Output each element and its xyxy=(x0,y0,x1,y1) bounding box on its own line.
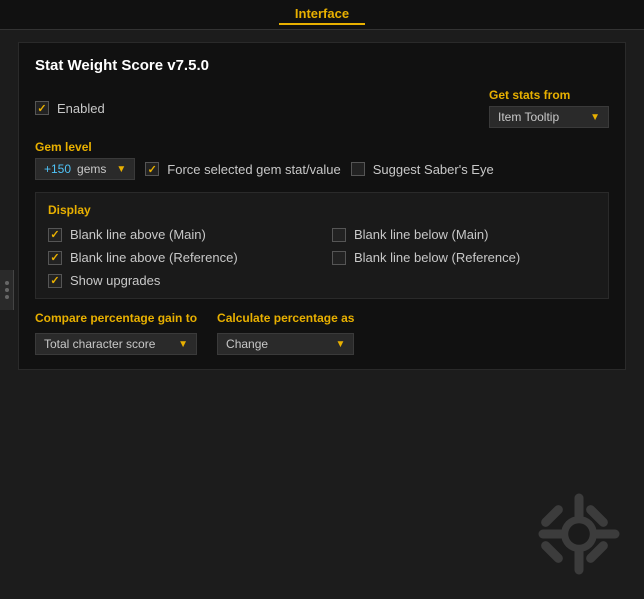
gem-level-section: Gem level +150 gems ▼ ✓ Force selected g… xyxy=(35,140,609,180)
display-section: Display ✓ Blank line above (Main) Blank … xyxy=(35,192,609,299)
panel-title: Stat Weight Score v7.5.0 xyxy=(35,57,609,74)
suggest-eye-item: Suggest Saber's Eye xyxy=(351,162,494,177)
calculate-col: Calculate percentage as Change ▼ xyxy=(217,311,354,355)
get-stats-section: Get stats from Item Tooltip ▼ xyxy=(489,88,609,128)
blank-above-ref-checkbox[interactable]: ✓ xyxy=(48,251,62,265)
compare-calculate-row: Compare percentage gain to Total charact… xyxy=(35,311,609,355)
force-gem-item: ✓ Force selected gem stat/value xyxy=(145,162,340,177)
blank-above-ref-check-icon: ✓ xyxy=(50,251,59,264)
left-sidebar-bar xyxy=(0,270,14,310)
gem-dropdown-arrow-icon: ▼ xyxy=(116,164,126,175)
left-bar-dot-2 xyxy=(5,288,9,292)
blank-above-main-item: ✓ Blank line above (Main) xyxy=(48,227,312,242)
page-background: Interface Stat Weight Score v7.5.0 ✓ Ena… xyxy=(0,0,644,599)
checkmark-icon: ✓ xyxy=(37,102,46,115)
blank-above-main-label: Blank line above (Main) xyxy=(70,227,206,242)
blank-above-ref-item: ✓ Blank line above (Reference) xyxy=(48,250,312,265)
enabled-section: ✓ Enabled xyxy=(35,101,105,116)
blank-below-main-checkbox[interactable] xyxy=(332,228,346,242)
main-panel: Stat Weight Score v7.5.0 ✓ Enabled Get s… xyxy=(18,42,626,370)
compare-dropdown[interactable]: Total character score ▼ xyxy=(35,333,197,355)
tab-interface[interactable]: Interface xyxy=(279,4,365,25)
dropdown-arrow-icon: ▼ xyxy=(590,112,600,123)
blank-below-ref-checkbox[interactable] xyxy=(332,251,346,265)
left-bar-dot-3 xyxy=(5,295,9,299)
show-upgrades-check-icon: ✓ xyxy=(50,274,59,287)
blank-below-main-label: Blank line below (Main) xyxy=(354,227,488,242)
blank-above-main-check-icon: ✓ xyxy=(50,228,59,241)
calculate-dropdown-arrow-icon: ▼ xyxy=(336,339,346,350)
blank-above-ref-label: Blank line above (Reference) xyxy=(70,250,238,265)
show-upgrades-label: Show upgrades xyxy=(70,273,160,288)
get-stats-label: Get stats from xyxy=(489,88,570,102)
gem-level-row: +150 gems ▼ ✓ Force selected gem stat/va… xyxy=(35,158,609,180)
blank-above-main-checkbox[interactable]: ✓ xyxy=(48,228,62,242)
force-gem-checkmark-icon: ✓ xyxy=(148,163,157,176)
compare-label: Compare percentage gain to xyxy=(35,311,197,325)
blank-below-ref-label: Blank line below (Reference) xyxy=(354,250,520,265)
get-stats-value: Item Tooltip xyxy=(498,110,559,124)
gem-level-dropdown[interactable]: +150 gems ▼ xyxy=(35,158,135,180)
force-gem-label: Force selected gem stat/value xyxy=(167,162,340,177)
suggest-eye-checkbox[interactable] xyxy=(351,162,365,176)
force-gem-checkbox[interactable]: ✓ xyxy=(145,162,159,176)
suggest-eye-label: Suggest Saber's Eye xyxy=(373,162,494,177)
gem-level-label: Gem level xyxy=(35,140,609,154)
show-upgrades-checkbox[interactable]: ✓ xyxy=(48,274,62,288)
compare-col: Compare percentage gain to Total charact… xyxy=(35,311,197,355)
blank-below-main-item: Blank line below (Main) xyxy=(332,227,596,242)
calculate-value: Change xyxy=(226,337,268,351)
compare-value: Total character score xyxy=(44,337,155,351)
enabled-row: ✓ Enabled Get stats from Item Tooltip ▼ xyxy=(35,88,609,128)
left-bar-dot-1 xyxy=(5,281,9,285)
calculate-dropdown[interactable]: Change ▼ xyxy=(217,333,354,355)
tab-bar: Interface xyxy=(0,0,644,30)
blank-below-ref-item: Blank line below (Reference) xyxy=(332,250,596,265)
decorative-icon xyxy=(534,489,624,579)
show-upgrades-item: ✓ Show upgrades xyxy=(48,273,596,288)
gems-unit: gems xyxy=(77,162,106,176)
enabled-checkbox[interactable]: ✓ xyxy=(35,101,49,115)
checkbox-grid: ✓ Blank line above (Main) Blank line bel… xyxy=(48,227,596,265)
gem-level-value: +150 xyxy=(44,162,71,176)
compare-dropdown-arrow-icon: ▼ xyxy=(178,339,188,350)
get-stats-dropdown[interactable]: Item Tooltip ▼ xyxy=(489,106,609,128)
display-header: Display xyxy=(48,203,596,217)
calculate-label: Calculate percentage as xyxy=(217,311,354,325)
enabled-label: Enabled xyxy=(57,101,105,116)
